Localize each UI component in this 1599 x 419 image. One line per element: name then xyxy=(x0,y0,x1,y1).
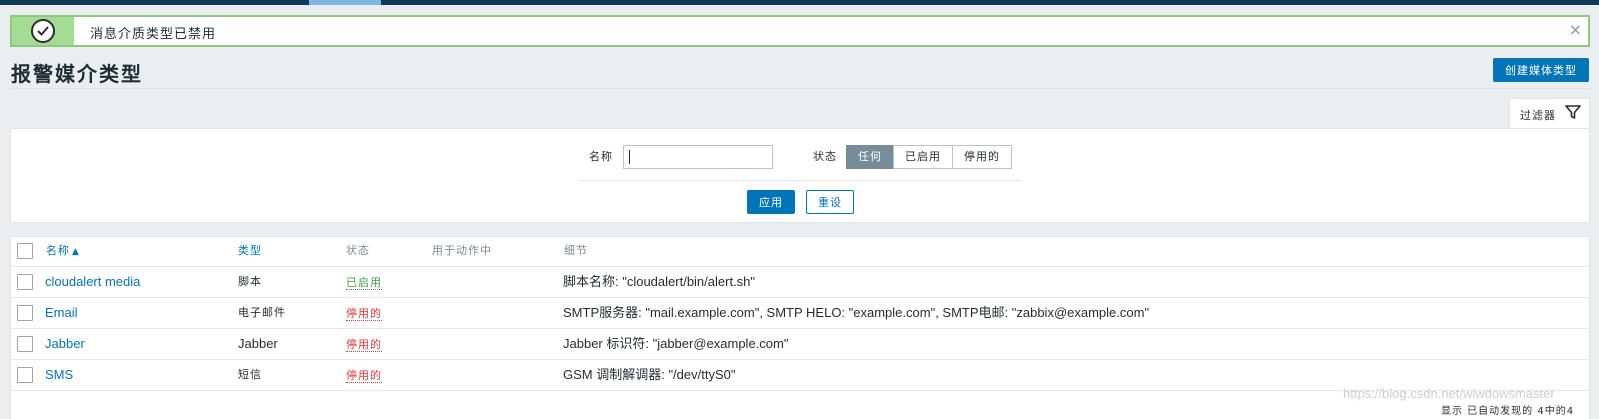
apply-button[interactable]: 应用 xyxy=(747,190,795,214)
table-footer-count: 显示 已自动发现的 4中的4 xyxy=(1441,406,1575,417)
table-row: cloudalert media 脚本 已启用 脚本名称: "cloudaler… xyxy=(10,267,1590,298)
reset-button[interactable]: 重设 xyxy=(806,190,854,214)
table-header-row: 名称 ▲ 类型 状态 用于动作中 细节 xyxy=(10,236,1590,267)
media-type-type: Jabber xyxy=(238,336,278,351)
watermark: https://blog.csdn.net/wiwdowsmaster xyxy=(1343,386,1555,401)
column-header-details: 细节 xyxy=(564,244,588,257)
title-divider xyxy=(10,88,1590,89)
status-toggle[interactable]: 停用的 xyxy=(346,369,382,383)
filter-name-input[interactable] xyxy=(623,145,773,169)
success-message: 消息介质类型已禁用 × xyxy=(10,15,1590,47)
row-checkbox[interactable] xyxy=(17,274,33,290)
filter-tab[interactable]: 过滤器 xyxy=(1509,98,1590,129)
top-navigation-active-indicator[interactable] xyxy=(309,0,381,5)
success-message-text: 消息介质类型已禁用 xyxy=(90,27,217,42)
create-media-type-button[interactable]: 创建媒体类型 xyxy=(1493,58,1589,82)
page-title: 报警媒介类型 xyxy=(11,62,143,86)
sort-ascending-icon: ▲ xyxy=(72,247,80,257)
filter-status-label: 状态 xyxy=(813,150,837,163)
column-header-used-in-actions: 用于动作中 xyxy=(432,244,492,257)
media-type-name-link[interactable]: Email xyxy=(45,298,78,328)
media-type-details: SMTP服务器: "mail.example.com", SMTP HELO: … xyxy=(563,305,1150,320)
media-type-details: 脚本名称: "cloudalert/bin/alert.sh" xyxy=(563,274,756,289)
top-navigation-bar xyxy=(0,0,1599,5)
column-header-name-label: 名称 xyxy=(46,244,70,257)
status-option-disabled[interactable]: 停用的 xyxy=(952,145,1012,169)
select-all-checkbox[interactable] xyxy=(17,243,33,259)
media-type-type: 短信 xyxy=(238,368,262,381)
filter-tab-label: 过滤器 xyxy=(1520,109,1556,122)
row-checkbox[interactable] xyxy=(17,367,33,383)
media-type-type: 脚本 xyxy=(238,275,262,288)
filter-divider xyxy=(579,180,1022,181)
row-checkbox[interactable] xyxy=(17,336,33,352)
filter-icon xyxy=(1565,105,1581,119)
status-option-any[interactable]: 任何 xyxy=(846,145,894,169)
column-header-type[interactable]: 类型 xyxy=(238,236,262,266)
column-header-name[interactable]: 名称 ▲ xyxy=(46,236,80,266)
check-icon xyxy=(31,19,55,43)
status-toggle[interactable]: 已启用 xyxy=(346,276,382,290)
text-caret xyxy=(629,150,630,164)
media-type-details: Jabber 标识符: "jabber@example.com" xyxy=(563,336,789,351)
column-header-status: 状态 xyxy=(346,244,370,257)
status-option-enabled[interactable]: 已启用 xyxy=(893,145,953,169)
filter-name-label: 名称 xyxy=(589,150,613,163)
status-toggle[interactable]: 停用的 xyxy=(346,307,382,321)
status-toggle[interactable]: 停用的 xyxy=(346,338,382,352)
media-type-details: GSM 调制解调器: "/dev/ttyS0" xyxy=(563,367,736,382)
media-type-name-link[interactable]: cloudalert media xyxy=(45,267,140,297)
table-row: Email 电子邮件 停用的 SMTP服务器: "mail.example.co… xyxy=(10,298,1590,329)
media-type-type: 电子邮件 xyxy=(238,306,286,319)
table-row: Jabber Jabber 停用的 Jabber 标识符: "jabber@ex… xyxy=(10,329,1590,360)
filter-panel xyxy=(10,128,1590,223)
success-icon-box xyxy=(12,17,74,45)
close-icon[interactable]: × xyxy=(1569,20,1582,39)
media-type-name-link[interactable]: Jabber xyxy=(45,329,85,359)
row-checkbox[interactable] xyxy=(17,305,33,321)
media-type-name-link[interactable]: SMS xyxy=(45,360,73,390)
